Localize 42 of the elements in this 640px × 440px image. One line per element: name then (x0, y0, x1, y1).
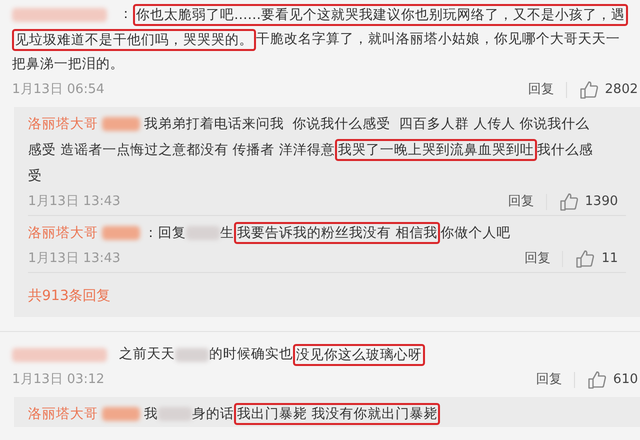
comment-text: 把鼻涕一把泪的。 (12, 55, 124, 74)
blurred-text (102, 117, 140, 131)
thumbs-up-icon[interactable] (575, 249, 596, 269)
highlighted-text: 没见你这么玻璃心呀 (293, 344, 425, 366)
comment-text: 感受 造谣者一点悔过之意都没有 传播者 洋洋得意 (28, 140, 335, 160)
highlighted-text: 我要告诉我的粉丝我没有 相信我 (234, 222, 440, 244)
comment-text: 之前天天 (119, 345, 175, 364)
timestamp: 1月13日 03:12 (12, 371, 104, 390)
blurred-text (186, 226, 220, 240)
timestamp: 1月13日 13:43 (28, 250, 120, 268)
comment-text: 你做个人吧 (440, 224, 510, 243)
comment-text: 的时候确实也 (209, 345, 293, 364)
reply-link[interactable]: 回复 (528, 80, 554, 100)
comment-text: 我弟弟打着电话来问我 你说我什么感受 四百多人群 人传人 你说我什么 (144, 114, 590, 134)
like-count: 2802 (604, 81, 638, 100)
like-count: 610 (613, 371, 638, 390)
reply-link[interactable]: 回复 (536, 370, 562, 390)
thumbs-up-icon[interactable] (558, 192, 579, 212)
highlighted-text: 我哭了一晚上哭到流鼻血哭到吐 (334, 139, 537, 161)
blurred-text (102, 226, 140, 240)
reply-link[interactable]: 回复 (524, 249, 550, 269)
comment-text: 干脆改名字算了，就叫洛丽塔小姑娘，你见哪个大哥天天一 (256, 30, 620, 50)
like-count: 11 (601, 250, 618, 268)
comment-text: 受 (28, 166, 42, 186)
thumbs-up-icon[interactable] (578, 80, 599, 100)
comment-text: ：回复 (144, 224, 186, 243)
timestamp: 1月13日 06:54 (12, 81, 104, 100)
highlighted-text: 见垃圾难道不是干他们吗，哭哭哭的。 (12, 28, 256, 50)
like-count: 1390 (584, 193, 618, 212)
comment-text: 生 (220, 224, 234, 243)
comment-text: 我 (144, 404, 158, 424)
blurred-text (158, 407, 192, 421)
comment-text: 身的话 (192, 404, 234, 424)
comment-text: ： (119, 5, 133, 24)
highlighted-text: 你也太脆弱了吧……要看见个这就哭我建议你也别玩网络了，又不是小孩了，遇 (133, 4, 628, 26)
timestamp: 1月13日 13:43 (28, 193, 120, 212)
blurred-text (102, 407, 140, 421)
highlighted-text: 我出门暴毙 我没有你就出门暴毙 (234, 403, 440, 425)
thumbs-up-icon[interactable] (587, 370, 608, 390)
blurred-text (175, 348, 209, 362)
comment-text: 我什么感 (536, 140, 593, 160)
reply-link[interactable]: 回复 (508, 192, 534, 212)
